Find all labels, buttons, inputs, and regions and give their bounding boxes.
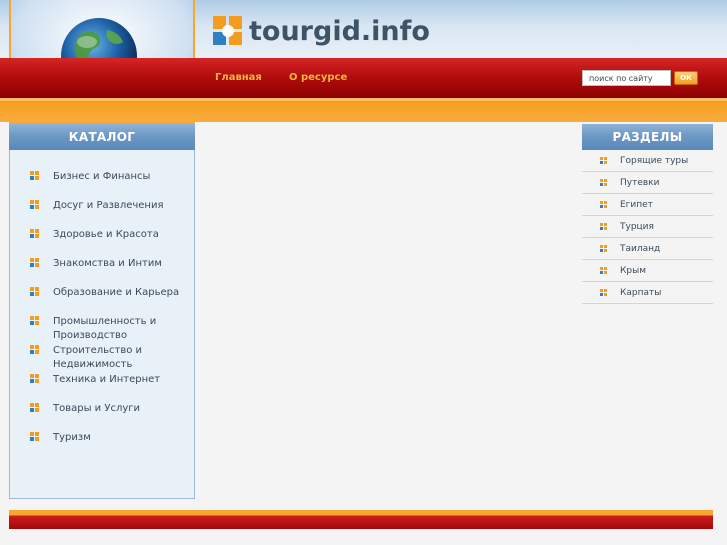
section-item-label: Турция [620, 221, 654, 232]
section-item[interactable]: Путевки [582, 172, 713, 194]
square-bullet-icon [600, 200, 608, 209]
catalog-item[interactable]: Строительство и Недвижимость [30, 344, 180, 372]
square-bullet-icon [30, 316, 40, 326]
catalog-item-label: Строительство и Недвижимость [53, 345, 143, 370]
section-item[interactable]: Горящие туры [582, 150, 713, 172]
square-bullet-icon [30, 258, 40, 268]
section-item-label: Таиланд [620, 243, 661, 254]
square-bullet-icon [600, 244, 608, 253]
square-bullet-icon [600, 288, 608, 297]
catalog-item-label: Здоровье и Красота [53, 229, 159, 240]
square-bullet-icon [30, 287, 40, 297]
catalog-item[interactable]: Знакомства и Интим [30, 257, 180, 271]
nav-link-home[interactable]: Главная [215, 72, 262, 83]
square-bullet-icon [30, 432, 40, 442]
catalog-item[interactable]: Бизнес и Финансы [30, 170, 180, 184]
catalog-item[interactable]: Образование и Карьера [30, 286, 180, 300]
section-item[interactable]: Турция [582, 216, 713, 238]
catalog-list: Бизнес и Финансы Досуг и Развлечения Здо… [9, 150, 195, 499]
footer-bar [9, 510, 713, 529]
catalog-item-label: Досуг и Развлечения [53, 200, 164, 211]
section-item-label: Карпаты [620, 287, 662, 298]
square-bullet-icon [30, 403, 40, 413]
catalog-item-label: Бизнес и Финансы [53, 171, 151, 182]
catalog-item-label: Образование и Карьера [53, 287, 180, 298]
section-item[interactable]: Карпаты [582, 282, 713, 304]
square-bullet-icon [30, 345, 40, 355]
site-logo[interactable]: tourgid.info [213, 15, 430, 47]
square-bullet-icon [30, 171, 40, 181]
logo-text: tourgid.info [249, 15, 430, 47]
catalog-item-label: Туризм [53, 432, 91, 443]
square-bullet-icon [30, 229, 40, 239]
nav-link-about[interactable]: О ресурсе [289, 72, 347, 83]
section-item[interactable]: Египет [582, 194, 713, 216]
logo-icon [213, 16, 243, 46]
sections-list: Горящие туры Путевки Египет Турция Таила… [582, 150, 713, 304]
sections-title: РАЗДЕЛЫ [582, 124, 713, 150]
catalog-title: КАТАЛОГ [9, 124, 195, 150]
catalog-item[interactable]: Досуг и Развлечения [30, 199, 180, 213]
section-item[interactable]: Крым [582, 260, 713, 282]
square-bullet-icon [30, 374, 40, 384]
catalog-item[interactable]: Техника и Интернет [30, 373, 180, 387]
catalog-item-label: Знакомства и Интим [53, 258, 162, 269]
section-item-label: Египет [620, 199, 653, 210]
search-ok-button[interactable]: ОК [674, 71, 698, 85]
square-bullet-icon [600, 178, 608, 187]
orange-divider [0, 98, 727, 122]
section-item-label: Путевки [620, 177, 660, 188]
search-input[interactable] [582, 70, 671, 86]
square-bullet-icon [600, 222, 608, 231]
catalog-item[interactable]: Товары и Услуги [30, 402, 180, 416]
catalog-item-label: Техника и Интернет [53, 374, 161, 385]
catalog-item-label: Промышленность и Производство [53, 316, 157, 341]
catalog-item-label: Товары и Услуги [53, 403, 141, 414]
catalog-item[interactable]: Здоровье и Красота [30, 228, 180, 242]
catalog-item[interactable]: Промышленность и Производство [30, 315, 180, 343]
square-bullet-icon [600, 266, 608, 275]
section-item-label: Горящие туры [620, 155, 689, 166]
section-item[interactable]: Таиланд [582, 238, 713, 260]
square-bullet-icon [600, 156, 608, 165]
section-item-label: Крым [620, 265, 646, 276]
square-bullet-icon [30, 200, 40, 210]
catalog-item[interactable]: Туризм [30, 431, 180, 445]
